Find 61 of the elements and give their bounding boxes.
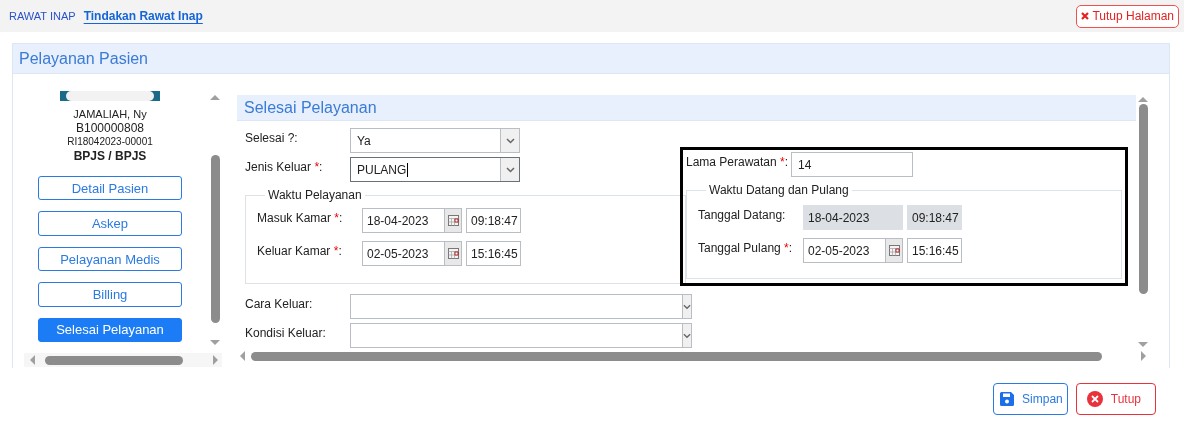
- section-title: Selesai Pelayanan: [237, 95, 1136, 121]
- input-field[interactable]: 14: [791, 152, 913, 177]
- scroll-right-icon[interactable]: [1141, 351, 1146, 361]
- breadcrumb-link[interactable]: Tindakan Rawat Inap: [83, 9, 203, 23]
- nav-button[interactable]: Detail Pasien: [38, 176, 182, 201]
- calendar-button[interactable]: [885, 239, 902, 262]
- field-label: Jenis Keluar *:: [245, 159, 324, 174]
- field-label: Lama Perawatan *:: [686, 154, 790, 169]
- scroll-down-icon[interactable]: [210, 340, 220, 345]
- calendar-icon: [888, 245, 900, 256]
- nav-button[interactable]: Selesai Pelayanan: [38, 317, 182, 343]
- field-label: Masuk Kamar *:: [257, 210, 344, 225]
- scroll-left-icon[interactable]: [240, 351, 245, 361]
- payer-label: BPJS / BPJS: [73, 149, 147, 163]
- scrollbar-thumb[interactable]: [1138, 104, 1148, 294]
- close-circle-icon: [1086, 391, 1103, 407]
- calendar-button[interactable]: [444, 209, 461, 232]
- field-label: Cara Keluar:: [245, 296, 314, 311]
- time-field[interactable]: 15:16:45: [466, 241, 521, 266]
- field-label: Kondisi Keluar:: [245, 325, 327, 340]
- scrollbar-thumb[interactable]: [45, 355, 183, 365]
- scrollbar-thumb[interactable]: [251, 351, 1102, 361]
- panel-title: Pelayanan Pasien: [13, 44, 1169, 74]
- field-label: Tanggal Pulang *:: [698, 240, 794, 255]
- scroll-down-icon[interactable]: [1138, 342, 1148, 347]
- select-field[interactable]: [350, 323, 692, 348]
- chevron-down-icon: [683, 303, 691, 310]
- calendar-button[interactable]: [444, 242, 461, 265]
- chevron-down-icon: [505, 166, 515, 173]
- scrollbar-thumb[interactable]: [210, 155, 220, 323]
- nav-button[interactable]: Askep: [38, 211, 182, 236]
- record-number: B100000808: [75, 121, 145, 135]
- date-field[interactable]: 02-05-2023: [362, 241, 462, 266]
- nav-button[interactable]: Pelayanan Medis: [38, 246, 182, 272]
- select-field[interactable]: Ya: [350, 128, 520, 153]
- save-button[interactable]: Simpan: [993, 383, 1068, 415]
- patient-name: JAMALIAH, Ny: [73, 107, 147, 121]
- chevron-down-icon: [683, 332, 691, 339]
- group-title: Waktu Pelayanan: [267, 188, 363, 202]
- chevron-down-icon: [505, 137, 515, 144]
- close-page-button[interactable]: Tutup Halaman: [1076, 4, 1179, 28]
- scroll-right-icon[interactable]: [213, 355, 218, 365]
- field-label: Selesai ?:: [245, 130, 299, 145]
- scroll-left-icon[interactable]: [30, 355, 35, 365]
- group-title: Waktu Datang dan Pulang: [708, 183, 850, 197]
- breadcrumb-item[interactable]: RAWAT INAP: [9, 10, 76, 22]
- calendar-icon: [447, 215, 459, 226]
- visit-number: RI18042023-00001: [67, 135, 153, 149]
- close-button[interactable]: Tutup: [1075, 383, 1156, 415]
- time-field[interactable]: 09:18:47: [466, 208, 521, 233]
- date-field[interactable]: 02-05-2023: [803, 238, 903, 263]
- time-field[interactable]: 15:16:45: [907, 238, 962, 263]
- nav-button[interactable]: Billing: [38, 282, 182, 307]
- scroll-up-icon[interactable]: [210, 95, 220, 100]
- field-label: Tanggal Datang:: [698, 207, 787, 222]
- field-label: Keluar Kamar *:: [257, 243, 343, 258]
- select-field[interactable]: [350, 294, 692, 319]
- date-field[interactable]: 18-04-2023: [362, 208, 462, 233]
- select-field[interactable]: PULANG: [350, 157, 520, 182]
- close-icon: [1081, 12, 1090, 20]
- calendar-icon: [447, 248, 459, 259]
